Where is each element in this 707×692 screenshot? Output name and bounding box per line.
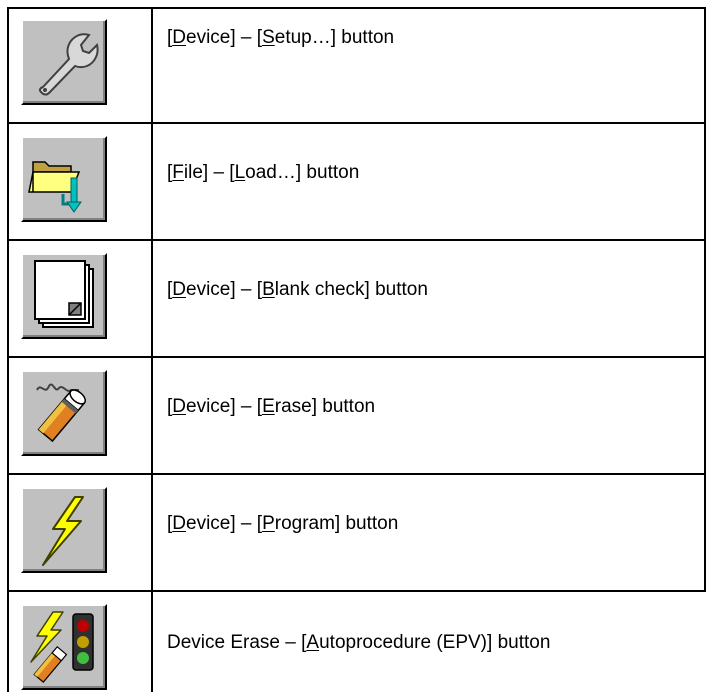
icon-cell — [7, 475, 153, 590]
wrench-icon — [38, 33, 99, 96]
text-cell: [Device] – [Program] button — [153, 475, 706, 590]
autoprocedure-icon — [30, 611, 94, 683]
button-description: [Device] – [Erase] button — [167, 396, 376, 417]
button-description: [Device] – [Setup…] button — [167, 27, 395, 48]
text-cell: [Device] – [Setup…] button — [153, 7, 706, 122]
icon-cell — [7, 592, 153, 692]
eraser-pencil-icon — [36, 383, 87, 443]
program-button[interactable] — [21, 487, 107, 573]
accelerator-key: P — [262, 513, 275, 534]
button-description: [Device] – [Program] button — [167, 513, 399, 534]
accelerator-key: D — [172, 513, 187, 534]
text-cell: [Device] – [Erase] button — [153, 358, 706, 473]
lightning-bolt-icon — [42, 496, 84, 566]
text-cell: Device Erase – [Autoprocedure (EPV)] but… — [153, 592, 706, 692]
accelerator-key: D — [172, 396, 187, 417]
table-row: [Device] – [Program] button — [7, 475, 706, 592]
blank-check-button[interactable] — [21, 253, 107, 339]
accelerator-key: S — [262, 27, 275, 48]
toolbar-button-table: [Device] – [Setup…] button [File] – [Loa… — [7, 7, 706, 692]
load-button[interactable] — [21, 136, 107, 222]
text-cell: [Device] – [Blank check] button — [153, 241, 706, 356]
accelerator-key: B — [262, 279, 275, 300]
table-row: Device Erase – [Autoprocedure (EPV)] but… — [7, 592, 706, 692]
accelerator-key: F — [172, 162, 184, 183]
icon-cell — [7, 241, 153, 356]
accelerator-key: E — [262, 396, 275, 417]
accelerator-key: D — [172, 279, 187, 300]
table-row: [Device] – [Blank check] button — [7, 241, 706, 358]
autoprocedure-button[interactable] — [21, 604, 107, 690]
button-description: Device Erase – [Autoprocedure (EPV)] but… — [167, 632, 551, 653]
icon-cell — [7, 124, 153, 239]
accelerator-key: A — [306, 632, 320, 653]
icon-cell — [7, 358, 153, 473]
button-description: [File] – [Load…] button — [167, 162, 360, 183]
icon-cell — [7, 7, 153, 122]
setup-button[interactable] — [21, 19, 107, 105]
blank-pages-icon — [34, 260, 94, 328]
text-cell: [File] – [Load…] button — [153, 124, 706, 239]
table-row: [File] – [Load…] button — [7, 124, 706, 241]
erase-button[interactable] — [21, 370, 107, 456]
table-row: [Device] – [Setup…] button — [7, 7, 706, 124]
table-row: [Device] – [Erase] button — [7, 358, 706, 475]
button-description: [Device] – [Blank check] button — [167, 279, 428, 300]
accelerator-key: D — [172, 27, 187, 48]
accelerator-key: L — [234, 162, 246, 183]
open-folder-load-icon — [28, 161, 82, 213]
